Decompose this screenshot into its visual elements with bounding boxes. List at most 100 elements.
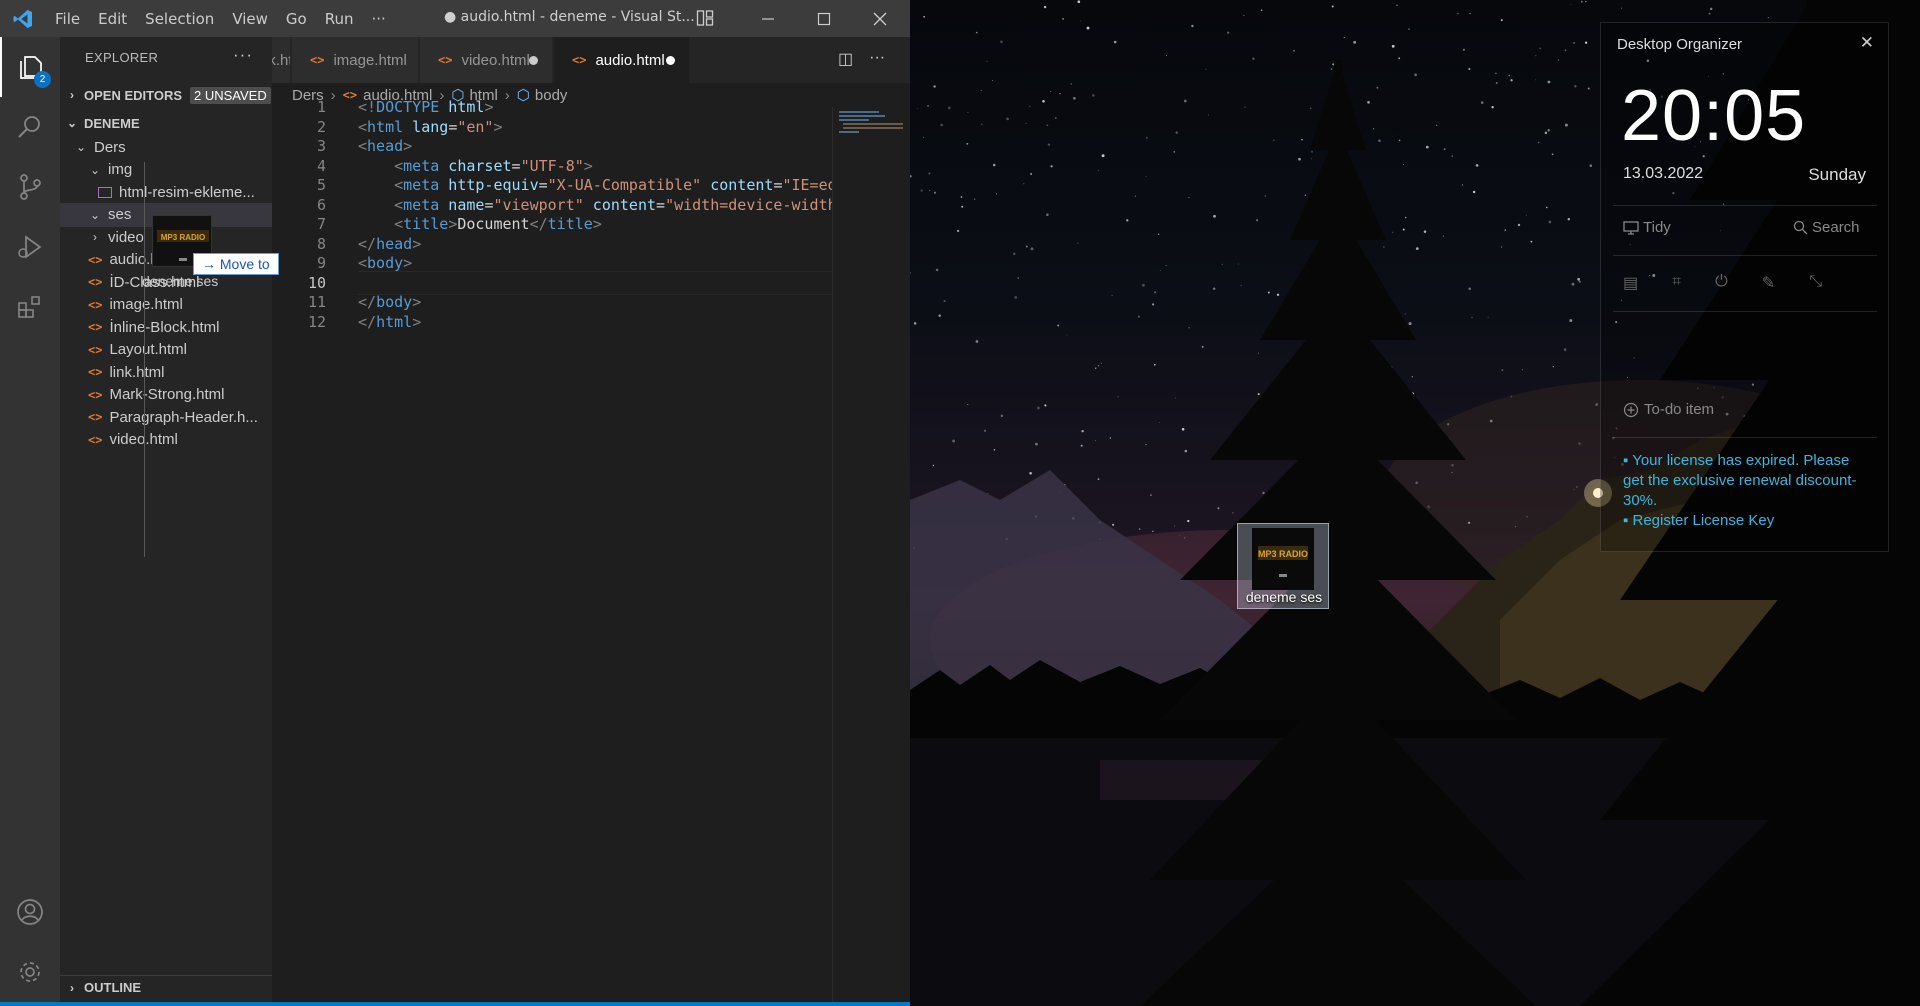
tree-folder[interactable]: ⌄ Ders — [60, 135, 272, 159]
code-token: = — [538, 176, 548, 194]
workspace-section[interactable]: ⌄ DENEME — [60, 111, 272, 135]
power-icon[interactable]: ⏻ — [1715, 273, 1728, 293]
collapse-icon[interactable]: ⤡ — [1809, 273, 1822, 293]
audio-thumbnail: MP3 RADIO — [1252, 528, 1314, 590]
star — [1112, 523, 1115, 526]
code-token: </ — [358, 293, 377, 311]
code-token: head — [367, 137, 404, 155]
explorer-more-button[interactable]: ··· — [233, 45, 253, 65]
menu-item-go[interactable]: Go — [277, 10, 316, 28]
star — [1244, 106, 1246, 108]
manage-activity-button[interactable] — [0, 942, 60, 1002]
chevron-down-icon: ⌄ — [66, 116, 78, 130]
tree-item-label: İnline-Block.html — [109, 318, 220, 336]
code-token: < — [394, 156, 404, 175]
layout-icon[interactable] — [696, 9, 714, 31]
tree-file[interactable]: <> Layout.html — [60, 338, 272, 362]
move-to-label: Move to — [219, 256, 270, 272]
outline-section[interactable]: › OUTLINE — [60, 975, 272, 999]
unsaved-dot-icon[interactable] — [529, 56, 538, 65]
tree-item-label: Ders — [94, 138, 126, 156]
star — [1408, 322, 1412, 326]
code-token: < — [394, 176, 404, 194]
todo-add-button[interactable]: To-do item — [1623, 401, 1714, 418]
divider — [1613, 255, 1877, 256]
star — [1240, 285, 1242, 287]
extensions-activity-button[interactable] — [0, 277, 60, 337]
tree-file[interactable]: <>video.html — [60, 428, 272, 452]
menu-item-selection[interactable]: Selection — [136, 10, 223, 28]
tree-file[interactable]: <> Paragraph-Header.h... — [60, 405, 272, 429]
star — [1232, 512, 1234, 514]
tab-label: audio.html — [595, 51, 665, 69]
tree-file[interactable]: <> Mark-Strong.html — [60, 383, 272, 407]
organizer-search-button[interactable]: Search — [1793, 219, 1860, 236]
tree-file[interactable]: html-resim-ekleme... — [60, 180, 272, 204]
notes-icon[interactable]: ▤ — [1623, 273, 1638, 293]
star — [1073, 96, 1076, 100]
menu-item-view[interactable]: View — [223, 10, 277, 28]
open-editors-section[interactable]: › OPEN EDITORS 2 UNSAVED — [60, 83, 272, 107]
menu-item-file[interactable]: File — [46, 10, 89, 28]
code-editor[interactable]: 1 <!DOCTYPE html> 2 <html lang="en"> 3 <head>… — [272, 98, 832, 1006]
accounts-activity-button[interactable] — [0, 882, 60, 942]
organizer-close-icon[interactable]: ✕ — [1860, 33, 1874, 53]
tidy-button[interactable]: Tidy — [1623, 219, 1671, 236]
crop-icon[interactable]: ⌗ — [1672, 273, 1681, 293]
star — [1258, 352, 1259, 354]
star — [1398, 57, 1401, 60]
star — [1580, 0, 1583, 3]
register-license-link[interactable]: ▪ Register License Key — [1623, 511, 1873, 531]
star — [1221, 263, 1223, 266]
menu-item-more[interactable]: ··· — [363, 10, 395, 28]
tree-item-label: Mark-Strong.html — [109, 386, 225, 403]
star — [1557, 59, 1559, 61]
tree-file[interactable]: <> image.html — [60, 293, 272, 317]
desktop-file-icon[interactable]: MP3 RADIO deneme ses — [1237, 523, 1329, 609]
more-actions-icon[interactable]: ··· — [869, 49, 885, 69]
license-expired-link[interactable]: ▪ Your license has expired. Please get t… — [1623, 451, 1873, 511]
search-activity-button[interactable] — [0, 97, 60, 157]
star — [1095, 367, 1097, 369]
star — [1217, 507, 1220, 510]
star — [1415, 247, 1419, 250]
close-button[interactable] — [852, 0, 908, 37]
minimap[interactable] — [832, 107, 910, 1006]
source-control-activity-button[interactable] — [0, 157, 60, 217]
star — [1544, 131, 1548, 134]
star — [1081, 429, 1084, 433]
tree-file[interactable]: <> link.html — [60, 360, 272, 384]
star — [928, 172, 931, 175]
code-token: = — [656, 195, 666, 214]
star — [1570, 3, 1572, 5]
star — [1181, 427, 1185, 431]
html-file-icon: <> — [310, 53, 325, 67]
star — [1480, 101, 1484, 104]
editor-tab[interactable]: <> audio.html — [554, 37, 690, 83]
menu-item-edit[interactable]: Edit — [89, 10, 136, 28]
tree-file[interactable]: <> İnline-Block.html — [60, 315, 272, 339]
run-debug-activity-button[interactable] — [0, 217, 60, 277]
maximize-button[interactable] — [796, 0, 852, 37]
star — [1457, 13, 1459, 15]
explorer-activity-button[interactable]: 2 — [0, 37, 60, 97]
star — [1517, 223, 1521, 227]
star — [1403, 163, 1405, 165]
tree-folder[interactable]: ⌄ img — [60, 158, 272, 182]
code-token: Document — [457, 215, 530, 233]
minimize-button[interactable] — [740, 0, 796, 37]
star — [1423, 230, 1427, 233]
star — [1442, 235, 1444, 237]
menu-item-run[interactable]: Run — [316, 10, 363, 28]
split-editor-icon[interactable]: ◫ — [838, 49, 853, 69]
editor-tab[interactable]: <> video.html — [420, 37, 553, 83]
star — [1013, 252, 1016, 256]
star — [974, 198, 976, 200]
editor-tab[interactable]: nk.html — [272, 37, 291, 83]
unsaved-dot-icon[interactable] — [666, 56, 675, 65]
edit-icon[interactable]: ✎ — [1762, 273, 1775, 293]
star — [1564, 49, 1567, 52]
editor-tab[interactable]: <> image.html — [292, 37, 419, 83]
tree-item-label: link.html — [109, 363, 165, 381]
